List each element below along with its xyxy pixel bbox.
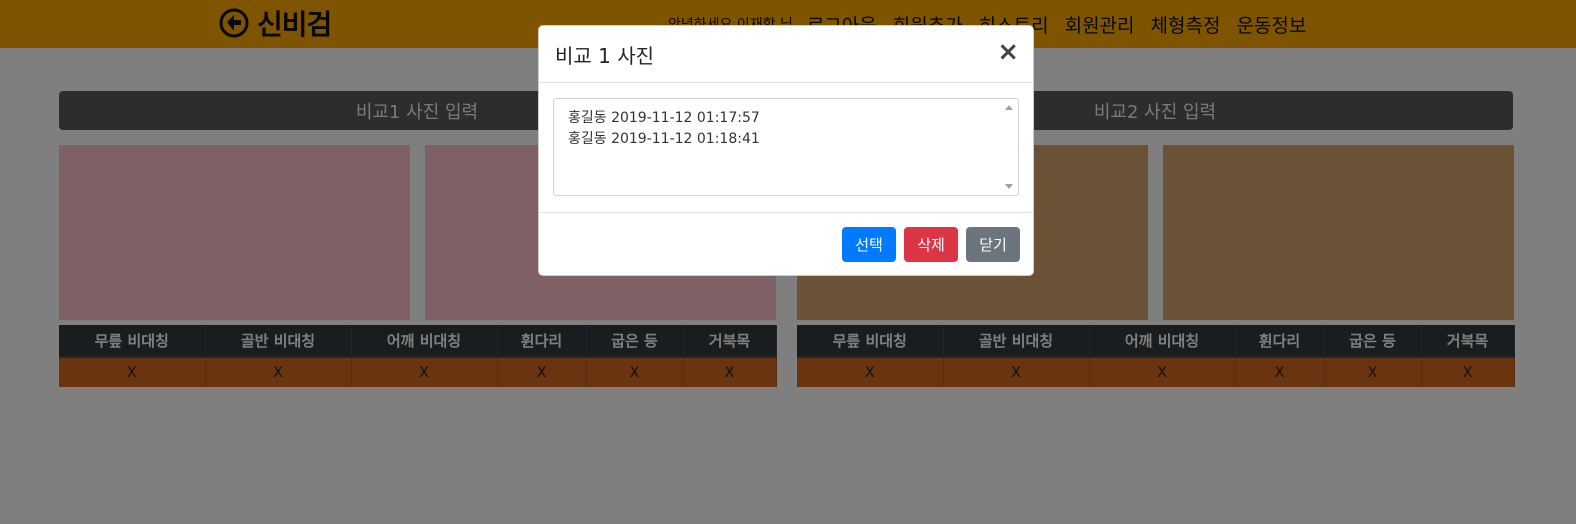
- close-button[interactable]: 닫기: [966, 227, 1020, 262]
- scroll-up-icon[interactable]: [1005, 105, 1013, 110]
- photo-record-list[interactable]: 홍길동 2019-11-12 01:17:57 홍길동 2019-11-12 0…: [553, 98, 1019, 196]
- list-item[interactable]: 홍길동 2019-11-12 01:17:57: [568, 107, 760, 127]
- delete-button[interactable]: 삭제: [904, 227, 958, 262]
- scroll-down-icon[interactable]: [1005, 184, 1013, 189]
- select-button[interactable]: 선택: [842, 227, 896, 262]
- compare1-photo-modal: 비교 1 사진 × 홍길동 2019-11-12 01:17:57 홍길동 20…: [538, 25, 1034, 276]
- list-item[interactable]: 홍길동 2019-11-12 01:18:41: [568, 128, 760, 148]
- modal-header: 비교 1 사진 ×: [539, 26, 1033, 83]
- modal-footer: 선택 삭제 닫기: [539, 212, 1033, 275]
- list-scrollbar[interactable]: [1001, 99, 1018, 195]
- close-icon[interactable]: ×: [997, 39, 1019, 65]
- modal-title: 비교 1 사진: [555, 44, 655, 68]
